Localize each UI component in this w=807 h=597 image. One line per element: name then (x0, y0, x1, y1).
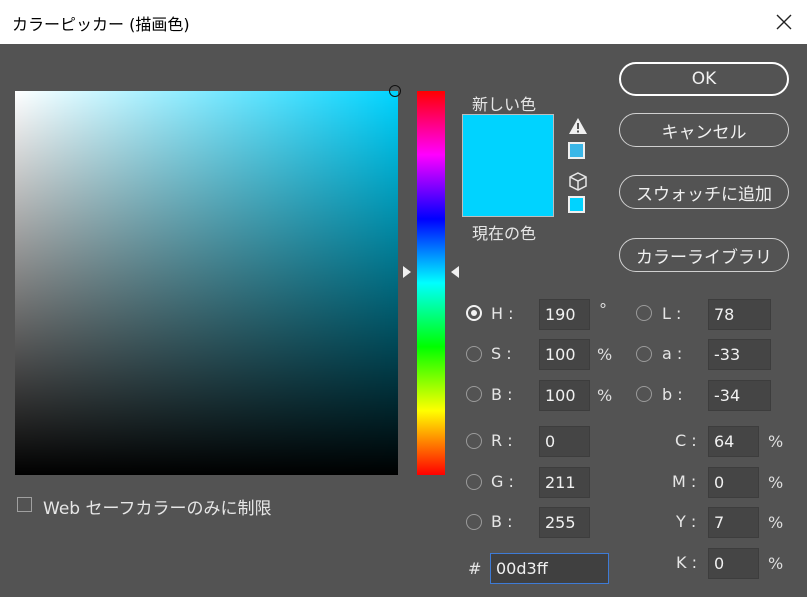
label-m: M : (672, 472, 697, 491)
label-c: C : (675, 431, 697, 450)
radio-h[interactable] (466, 305, 482, 321)
label-h: H : (491, 304, 514, 323)
input-g[interactable]: 211 (539, 467, 590, 498)
unit-m: % (768, 473, 784, 492)
swatch-frame (462, 114, 554, 217)
unit-k: % (768, 554, 784, 573)
cube-icon (569, 172, 587, 191)
label-l: L : (662, 304, 682, 323)
close-icon (776, 14, 791, 30)
hue-slider-handle-left[interactable] (403, 266, 411, 278)
input-y[interactable]: 7 (708, 507, 759, 538)
current-color-label: 現在の色 (472, 224, 537, 243)
hex-label: # (468, 559, 482, 578)
input-r[interactable]: 0 (539, 426, 590, 457)
radio-l[interactable] (636, 305, 652, 321)
unit-y: % (768, 513, 784, 532)
web-safe-checkbox[interactable] (17, 497, 32, 512)
unit-b: % (597, 386, 613, 405)
label-y: Y : (676, 512, 697, 531)
hue-slider-handle-right[interactable] (451, 266, 459, 278)
radio-r[interactable] (466, 433, 482, 449)
color-library-button[interactable]: カラーライブラリ (619, 238, 789, 272)
radio-s[interactable] (466, 346, 482, 362)
radio-lab-b[interactable] (636, 386, 652, 402)
input-h[interactable]: 190 (539, 299, 590, 330)
unit-s: % (597, 345, 613, 364)
hex-input[interactable]: 00d3ff (490, 553, 609, 584)
web-safe-swatch[interactable] (568, 196, 585, 213)
color-field[interactable] (15, 91, 398, 475)
radio-g[interactable] (466, 474, 482, 490)
color-field-cursor[interactable] (389, 85, 401, 97)
input-k[interactable]: 0 (708, 548, 759, 579)
input-b[interactable]: 100 (539, 380, 590, 411)
label-a: a : (662, 344, 683, 363)
input-c[interactable]: 64 (708, 426, 759, 457)
label-k: K : (676, 553, 697, 572)
web-safe-label: Web セーフカラーのみに制限 (43, 499, 272, 519)
new-color-label: 新しい色 (472, 95, 537, 114)
cancel-button[interactable]: キャンセル (619, 113, 789, 147)
warning-icon (569, 118, 587, 134)
label-blue: B : (491, 512, 513, 531)
unit-c: % (768, 432, 784, 451)
close-button[interactable] (760, 0, 807, 44)
input-s[interactable]: 100 (539, 339, 590, 370)
input-l[interactable]: 78 (708, 299, 771, 330)
label-r: R : (491, 431, 513, 450)
input-m[interactable]: 0 (708, 467, 759, 498)
add-to-swatches-button[interactable]: スウォッチに追加 (619, 175, 789, 209)
out-of-gamut-swatch[interactable] (568, 142, 585, 159)
input-blue[interactable]: 255 (539, 507, 590, 538)
label-g: G : (491, 472, 514, 491)
window-title: カラーピッカー (描画色) (12, 15, 190, 34)
label-lab-b: b : (662, 385, 683, 404)
unit-h: ° (599, 300, 607, 319)
radio-b[interactable] (466, 386, 482, 402)
label-b: B : (491, 385, 513, 404)
ok-button[interactable]: OK (619, 62, 789, 96)
label-s: S : (491, 344, 512, 363)
radio-a[interactable] (636, 346, 652, 362)
input-lab-b[interactable]: -34 (708, 380, 771, 411)
hue-slider[interactable] (417, 91, 445, 475)
radio-blue[interactable] (466, 514, 482, 530)
input-a[interactable]: -33 (708, 339, 771, 370)
